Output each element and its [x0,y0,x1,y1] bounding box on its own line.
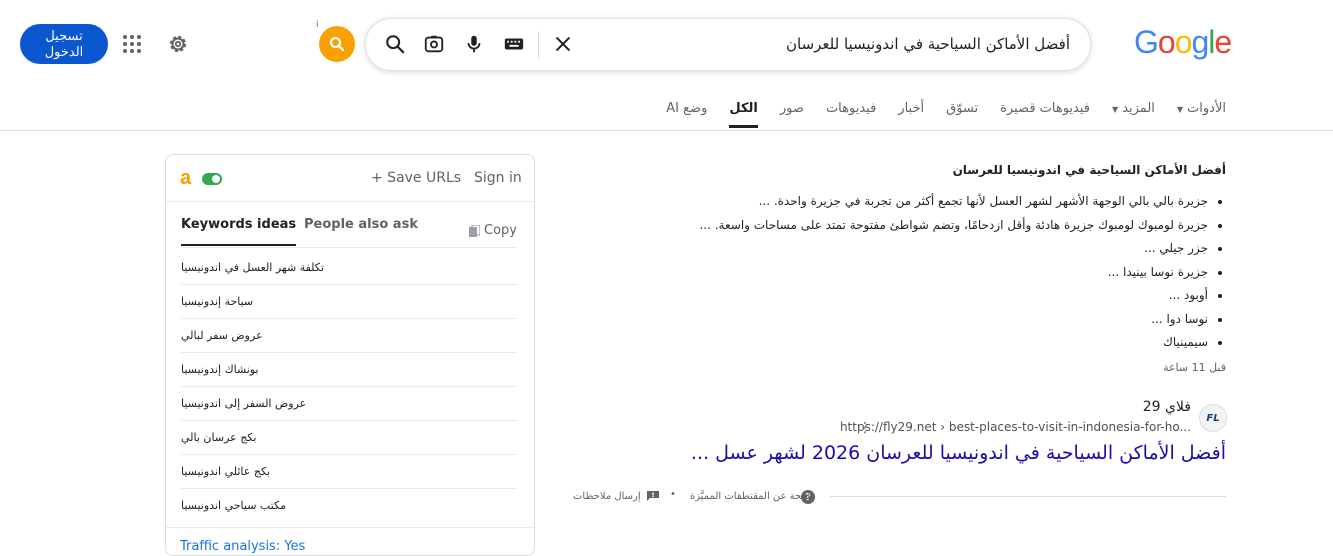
extension-toggle[interactable] [202,173,222,185]
panel-tabs-divider [181,247,517,248]
snippet-time: قبل 11 ساعة [1163,361,1226,374]
extension-search-icon[interactable] [319,26,355,62]
snippet-bullet: جزيرة نوسا بينيدا ... [708,261,1208,285]
tab-0[interactable]: وضع AI [666,97,707,128]
tab-label: المزيد [1122,101,1155,116]
about-snippets-link[interactable]: لمحة عن المقتطفات المميَّزة [690,491,810,502]
copy-label: Copy [484,223,517,238]
keyword-item[interactable]: بكج عائلي اندونيسيا [181,455,517,489]
chevron-down-icon: ▼ [1176,105,1184,114]
tab-label: الكل [729,101,758,116]
extension-info-icon[interactable]: i [316,20,319,30]
more-options-icon[interactable]: ⋮ [858,420,872,436]
keyword-item[interactable]: بكج عرسان بالي [181,421,517,455]
tab-1[interactable]: الكل [729,97,758,128]
feedback-icon[interactable] [647,491,659,501]
tab-6[interactable]: فيديوهات قصيرة [1000,97,1090,128]
keywords-list: تكلفة شهر العسل في اندونيسيا سياحة إندوني… [181,251,517,522]
tab-7[interactable]: المزيد▼ [1112,97,1155,128]
snippet-bullets: جزيرة بالي بالي الوجهة الأشهر لشهر العسل… [699,190,1226,355]
microphone-icon[interactable] [463,33,485,55]
tab-label: صور [779,101,804,116]
result-title-link[interactable]: أفضل الأماكن السياحية في اندونيسيا للعرس… [691,442,1226,464]
signin-button[interactable]: تسجيل الدخول [20,24,108,64]
send-feedback-link[interactable]: إرسال ملاحظات [573,491,641,502]
tab-2[interactable]: صور [780,97,804,128]
tab-label: أخبار [898,101,925,116]
search-input[interactable]: أفضل الأماكن السياحية في اندونيسيا للعرس… [786,35,1070,53]
snippet-bullet: أوبود ... [708,284,1208,308]
tab-5[interactable]: تسوّق [946,97,978,128]
panel-footer-divider [166,527,534,528]
site-favicon[interactable]: FL [1199,404,1227,432]
feedback-divider [830,496,1226,497]
tab-label: فيديوهات قصيرة [1000,101,1091,116]
keyboard-icon[interactable] [503,33,525,55]
google-logo-letter: o [1174,24,1193,60]
save-urls-button[interactable]: + Save URLs [371,170,461,186]
tab-4[interactable]: أخبار [898,97,924,128]
tab-label: وضع AI [666,101,708,116]
tab-people-also-ask[interactable]: People also ask [304,217,418,232]
search-bar[interactable]: أفضل الأماكن السياحية في اندونيسيا للعرس… [365,18,1091,71]
tab-3[interactable]: فيديوهات [826,97,876,128]
search-tabs: وضع AI الكل صور فيديوهات أخبار تسوّق فيديوهات … [644,97,1226,128]
keyword-item[interactable]: عروض السفر إلى اندونيسيا [181,387,517,421]
panel-signin-link[interactable]: Sign in [474,170,522,186]
site-name[interactable]: فلاي 29 [1143,399,1191,415]
tab-label: تسوّق [946,101,979,116]
google-logo-letter: G [1134,24,1159,60]
keyword-item[interactable]: مكتب سياحي اندونيسيا [181,489,517,522]
lens-camera-icon[interactable] [423,33,445,55]
gear-icon[interactable] [166,32,190,56]
snippet-bullet: جزيرة بالي بالي الوجهة الأشهر لشهر العسل… [708,190,1208,214]
keyword-item[interactable]: سياحة إندونيسيا [181,285,517,319]
google-logo[interactable]: Google [1134,24,1232,61]
clear-search-icon[interactable] [552,33,574,55]
apps-grid-icon[interactable] [120,32,144,56]
search-icon[interactable] [384,33,406,55]
google-logo-letter: g [1191,24,1209,60]
keyword-item[interactable]: بونشاك إندونيسيا [181,353,517,387]
google-logo-letter: o [1157,24,1176,60]
copy-button[interactable]: Copy [469,223,517,238]
tabs-divider [0,130,1333,131]
snippet-bullet: نوسا دوا ... [708,308,1208,332]
chevron-down-icon: ▼ [1112,105,1119,114]
keyword-item[interactable]: عروض سفر لبالي [181,319,517,353]
site-url[interactable]: https://fly29.net › best-places-to-visit… [840,420,1191,434]
tab-keywords-ideas[interactable]: Keywords ideas [181,217,297,246]
dot-separator: • [670,489,676,500]
copy-icon [469,224,480,237]
snippet-bullet: جزيرة لومبوك لومبوك جزيرة هادئة وأقل ازد… [699,214,1208,238]
panel-header-divider [166,201,534,202]
keyword-item[interactable]: تكلفة شهر العسل في اندونيسيا [181,251,517,285]
snippet-title: أفضل الأماكن السياحية في اندونيسيا للعرس… [952,163,1226,177]
ahrefs-logo: a [180,167,192,189]
tab-8[interactable]: الأدوات▼ [1177,97,1226,128]
keywords-panel: a + Save URLs Sign in Keywords ideas Peo… [165,154,535,556]
tab-label: الأدوات [1187,101,1226,116]
google-logo-letter: e [1214,24,1232,60]
search-bar-divider [538,31,539,59]
snippet-bullet: جزر جيلي ... [708,237,1208,261]
snippet-bullet: سيمينياك [708,331,1208,355]
tab-label: فيديوهات [825,101,877,116]
